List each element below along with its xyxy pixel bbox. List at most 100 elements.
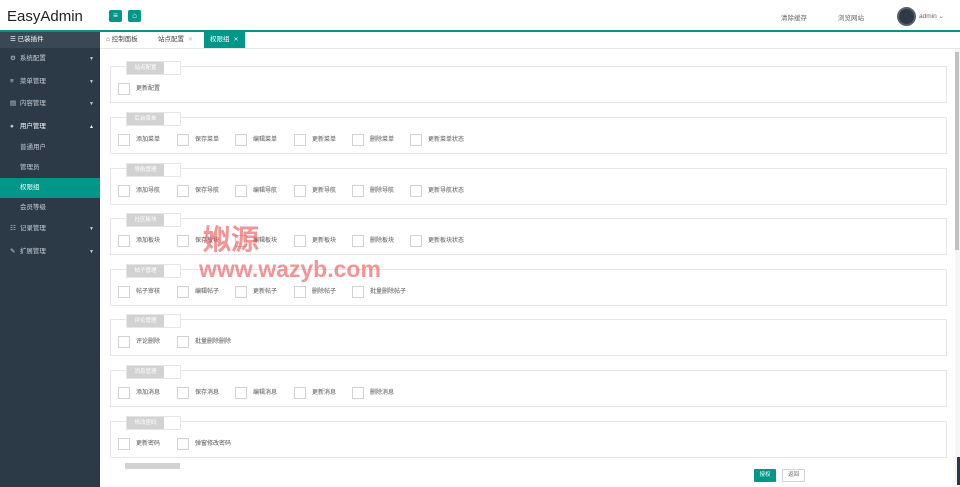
permission-label[interactable]: 添加板块 (136, 235, 160, 247)
permission-checkbox[interactable] (177, 387, 189, 399)
permission-checkbox[interactable] (235, 387, 247, 399)
permission-label[interactable]: 保存导航 (195, 185, 219, 197)
bars-icon[interactable]: ≡ (109, 10, 122, 22)
sidebar-sub-permission-group[interactable]: 权限组 (0, 178, 100, 198)
permission-checkbox[interactable] (410, 235, 422, 247)
permission-label[interactable]: 更新板块状态 (428, 235, 464, 247)
sidebar-item-content[interactable]: ▤ 内容管理 ▼ (0, 93, 100, 116)
user-menu[interactable]: admin ⌄ (919, 12, 944, 20)
permission-label[interactable]: 编辑消息 (253, 387, 277, 399)
permission-label[interactable]: 更新菜单 (312, 134, 336, 146)
permission-checkbox[interactable] (410, 185, 422, 197)
sidebar-item-system[interactable]: ⚙ 系统配置 ▼ (0, 48, 100, 71)
permission-label[interactable]: 删除导航 (370, 185, 394, 197)
permission-checkbox[interactable] (235, 185, 247, 197)
group-title-checkbox[interactable]: 导航管理 (126, 163, 181, 177)
permission-checkbox[interactable] (177, 235, 189, 247)
permission-checkbox[interactable] (118, 134, 130, 146)
permission-label[interactable]: 帖子审核 (136, 286, 160, 298)
permission-checkbox[interactable] (410, 134, 422, 146)
permission-checkbox[interactable] (235, 134, 247, 146)
permission-checkbox[interactable] (294, 185, 306, 197)
authorize-button[interactable]: 授权 (754, 469, 776, 482)
permission-label[interactable]: 编辑导航 (253, 185, 277, 197)
permission-checkbox[interactable] (118, 286, 130, 298)
permission-checkbox[interactable] (294, 134, 306, 146)
group-title-checkbox[interactable]: 修改密码 (126, 416, 181, 430)
permission-checkbox[interactable] (177, 336, 189, 348)
permission-checkbox[interactable] (294, 387, 306, 399)
permission-label[interactable]: 更新菜单状态 (428, 134, 464, 146)
clear-cache-link[interactable]: 清除缓存 (781, 12, 807, 22)
permission-label[interactable]: 删除板块 (370, 235, 394, 247)
scrollbar-thumb[interactable] (955, 52, 959, 250)
permission-checkbox[interactable] (177, 438, 189, 450)
permission-label[interactable]: 更新配置 (136, 83, 160, 95)
group-title: 后台菜单 (127, 113, 164, 125)
permission-label[interactable]: 添加菜单 (136, 134, 160, 146)
sidebar-sub-admins[interactable]: 管理员 (0, 158, 100, 178)
group-title-checkbox[interactable]: 站点配置 (126, 61, 181, 75)
permission-checkbox[interactable] (118, 387, 130, 399)
permission-checkbox[interactable] (294, 286, 306, 298)
sidebar-sub-normal-users[interactable]: 普通用户 (0, 138, 100, 158)
permission-checkbox[interactable] (177, 286, 189, 298)
group-title-checkbox[interactable]: 社区板块 (126, 213, 181, 227)
permission-label[interactable]: 更新帖子 (253, 286, 277, 298)
permission-label[interactable]: 更新导航 (312, 185, 336, 197)
permission-checkbox[interactable] (352, 235, 364, 247)
group-title-checkbox[interactable]: 后台菜单 (126, 112, 181, 126)
permission-label[interactable]: 编辑帖子 (195, 286, 219, 298)
permission-label[interactable]: 评论删除 (136, 336, 160, 348)
avatar[interactable] (897, 7, 916, 26)
group-title-checkbox[interactable]: 帖子管理 (126, 264, 181, 278)
permission-label[interactable]: 批量删除帖子 (370, 286, 406, 298)
permission-checkbox[interactable] (352, 185, 364, 197)
permission-label[interactable]: 保存菜单 (195, 134, 219, 146)
permission-label[interactable]: 编辑菜单 (253, 134, 277, 146)
app-logo[interactable]: EasyAdmin (7, 8, 83, 25)
tab-dashboard[interactable]: ⌂ 控制面板 (106, 32, 138, 48)
permission-label[interactable]: 更新导航状态 (428, 185, 464, 197)
permission-checkbox[interactable] (118, 438, 130, 450)
permission-label[interactable]: 更新板块 (312, 235, 336, 247)
permission-checkbox[interactable] (177, 185, 189, 197)
chevron-down-icon: ▼ (89, 56, 94, 62)
permission-label[interactable]: 批量删除删除 (195, 336, 231, 348)
permission-label[interactable]: 更新消息 (312, 387, 336, 399)
permission-checkbox[interactable] (118, 336, 130, 348)
close-icon[interactable]: ✕ (188, 37, 193, 43)
permission-checkbox[interactable] (352, 134, 364, 146)
permission-label[interactable]: 更新密码 (136, 438, 160, 450)
permission-label[interactable]: 删除帖子 (312, 286, 336, 298)
tab-permission-group[interactable]: 权限组 ✕ (204, 32, 245, 48)
permission-checkbox[interactable] (352, 387, 364, 399)
sidebar-item-records[interactable]: ☷ 记录管理 ▼ (0, 218, 100, 241)
permission-label[interactable]: 删除菜单 (370, 134, 394, 146)
close-icon[interactable]: ✕ (234, 37, 239, 43)
tab-site-config[interactable]: 站点配置 ✕ (158, 32, 193, 48)
group-title-checkbox[interactable]: 消息管理 (126, 365, 181, 379)
back-button[interactable]: 返回 (782, 469, 805, 482)
permission-label[interactable]: 添加导航 (136, 185, 160, 197)
sidebar-item-users[interactable]: ● 用户管理 ▲ (0, 116, 100, 139)
permission-label[interactable]: 添加消息 (136, 387, 160, 399)
permission-checkbox[interactable] (352, 286, 364, 298)
sidebar-item-extensions[interactable]: ✎ 扩展管理 ▼ (0, 241, 100, 264)
permission-checkbox[interactable] (177, 134, 189, 146)
permission-checkbox[interactable] (118, 83, 130, 95)
home-icon[interactable]: ⌂ (128, 10, 141, 22)
sidebar-sub-member-level[interactable]: 会员等级 (0, 198, 100, 218)
permission-checkbox[interactable] (294, 235, 306, 247)
permission-label[interactable]: 弹窗修改密码 (195, 438, 231, 450)
sidebar-installed-plugins[interactable]: ☰ 已装插件 (0, 32, 100, 48)
gear-icon: ⚙ (10, 55, 16, 62)
permission-label[interactable]: 删除消息 (370, 387, 394, 399)
group-title-checkbox[interactable]: 评论管理 (126, 314, 181, 328)
sidebar-item-menu[interactable]: ≡ 菜单管理 ▼ (0, 71, 100, 94)
permission-checkbox[interactable] (118, 235, 130, 247)
permission-checkbox[interactable] (118, 185, 130, 197)
permission-label[interactable]: 保存消息 (195, 387, 219, 399)
browse-site-link[interactable]: 浏览网站 (838, 12, 864, 22)
permission-checkbox[interactable] (235, 286, 247, 298)
